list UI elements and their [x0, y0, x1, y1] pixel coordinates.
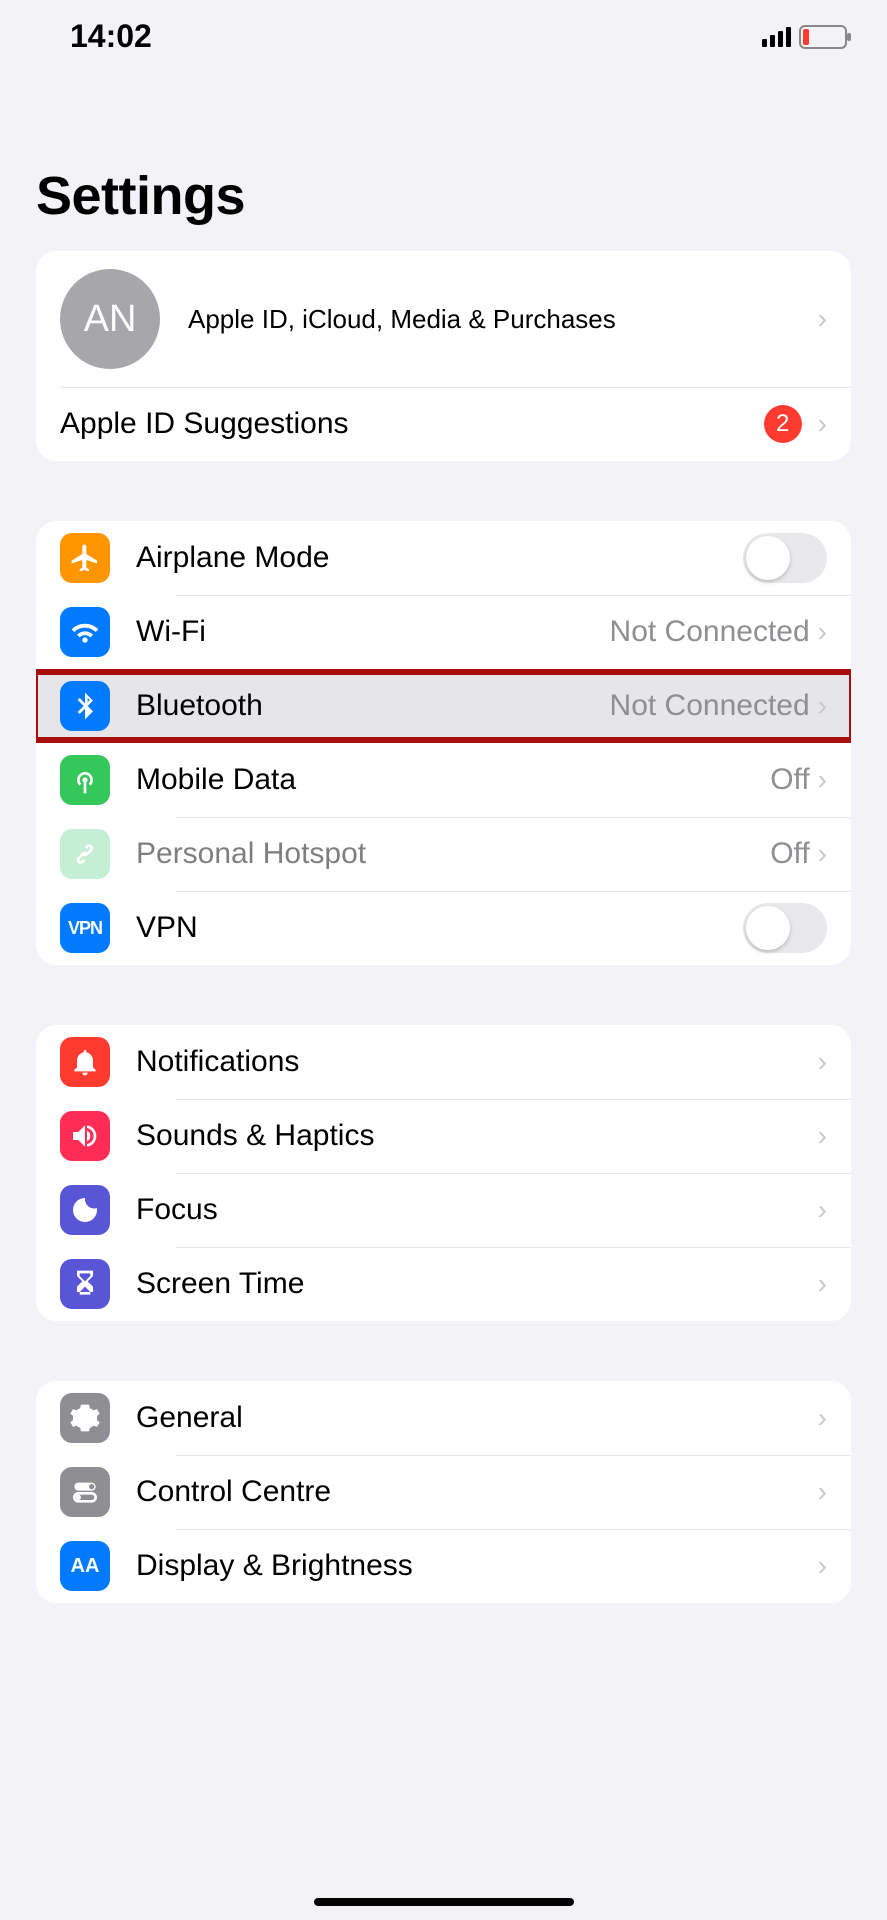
chevron-right-icon: ›	[818, 303, 827, 335]
vpn-icon: VPN	[60, 903, 110, 953]
bluetooth-icon	[60, 681, 110, 731]
vpn-toggle[interactable]	[743, 903, 827, 953]
speaker-icon	[60, 1111, 110, 1161]
page-title: Settings	[0, 55, 887, 251]
chevron-right-icon: ›	[818, 1402, 827, 1434]
row-label: Apple ID Suggestions	[60, 407, 764, 441]
text-size-icon: AA	[60, 1541, 110, 1591]
chevron-right-icon: ›	[818, 1194, 827, 1226]
chevron-right-icon: ›	[818, 408, 827, 440]
avatar: AN	[60, 269, 160, 369]
row-label: VPN	[136, 911, 743, 945]
row-sounds[interactable]: Sounds & Haptics ›	[36, 1099, 851, 1173]
hourglass-icon	[60, 1259, 110, 1309]
row-label: Wi-Fi	[136, 615, 610, 649]
row-appleid-suggestions[interactable]: Apple ID Suggestions 2 ›	[36, 387, 851, 461]
battery-icon	[799, 25, 847, 49]
bell-icon	[60, 1037, 110, 1087]
row-label: Screen Time	[136, 1267, 818, 1301]
row-detail: Off	[770, 763, 809, 797]
row-notifications[interactable]: Notifications ›	[36, 1025, 851, 1099]
chevron-right-icon: ›	[818, 1476, 827, 1508]
gear-icon	[60, 1393, 110, 1443]
appleid-subtitle: Apple ID, iCloud, Media & Purchases	[188, 304, 818, 335]
status-icons	[762, 25, 847, 49]
link-icon	[60, 829, 110, 879]
row-label: Personal Hotspot	[136, 837, 770, 871]
row-general[interactable]: General ›	[36, 1381, 851, 1455]
row-label: Sounds & Haptics	[136, 1119, 818, 1153]
chevron-right-icon: ›	[818, 1550, 827, 1582]
chevron-right-icon: ›	[818, 1268, 827, 1300]
chevron-right-icon: ›	[818, 690, 827, 722]
status-time: 14:02	[70, 18, 152, 55]
airplane-toggle[interactable]	[743, 533, 827, 583]
row-label: Display & Brightness	[136, 1549, 818, 1583]
row-bluetooth[interactable]: Bluetooth Not Connected ›	[36, 669, 851, 743]
antenna-icon	[60, 755, 110, 805]
row-label: Focus	[136, 1193, 818, 1227]
row-personal-hotspot[interactable]: Personal Hotspot Off ›	[36, 817, 851, 891]
row-screen-time[interactable]: Screen Time ›	[36, 1247, 851, 1321]
chevron-right-icon: ›	[818, 764, 827, 796]
section-connectivity: Airplane Mode Wi-Fi Not Connected › Blue…	[36, 521, 851, 965]
row-label: Bluetooth	[136, 689, 610, 723]
cellular-signal-icon	[762, 27, 791, 47]
row-label: Control Centre	[136, 1475, 818, 1509]
row-label: General	[136, 1401, 818, 1435]
row-label: Mobile Data	[136, 763, 770, 797]
row-display-brightness[interactable]: AA Display & Brightness ›	[36, 1529, 851, 1603]
row-airplane-mode[interactable]: Airplane Mode	[36, 521, 851, 595]
status-bar: 14:02	[0, 0, 887, 55]
switches-icon	[60, 1467, 110, 1517]
row-appleid[interactable]: AN Apple ID, iCloud, Media & Purchases ›	[36, 251, 851, 387]
row-detail: Off	[770, 837, 809, 871]
row-control-centre[interactable]: Control Centre ›	[36, 1455, 851, 1529]
moon-icon	[60, 1185, 110, 1235]
row-label: Notifications	[136, 1045, 818, 1079]
airplane-icon	[60, 533, 110, 583]
row-mobile-data[interactable]: Mobile Data Off ›	[36, 743, 851, 817]
home-indicator[interactable]	[314, 1898, 574, 1906]
section-notifications: Notifications › Sounds & Haptics › Focus…	[36, 1025, 851, 1321]
chevron-right-icon: ›	[818, 1120, 827, 1152]
row-vpn[interactable]: VPN VPN	[36, 891, 851, 965]
section-general: General › Control Centre › AA Display & …	[36, 1381, 851, 1603]
row-focus[interactable]: Focus ›	[36, 1173, 851, 1247]
row-wifi[interactable]: Wi-Fi Not Connected ›	[36, 595, 851, 669]
chevron-right-icon: ›	[818, 838, 827, 870]
row-detail: Not Connected	[610, 689, 810, 723]
row-label: Airplane Mode	[136, 541, 743, 575]
chevron-right-icon: ›	[818, 616, 827, 648]
section-appleid: AN Apple ID, iCloud, Media & Purchases ›…	[36, 251, 851, 461]
wifi-icon	[60, 607, 110, 657]
badge-count: 2	[764, 405, 802, 443]
chevron-right-icon: ›	[818, 1046, 827, 1078]
row-detail: Not Connected	[610, 615, 810, 649]
